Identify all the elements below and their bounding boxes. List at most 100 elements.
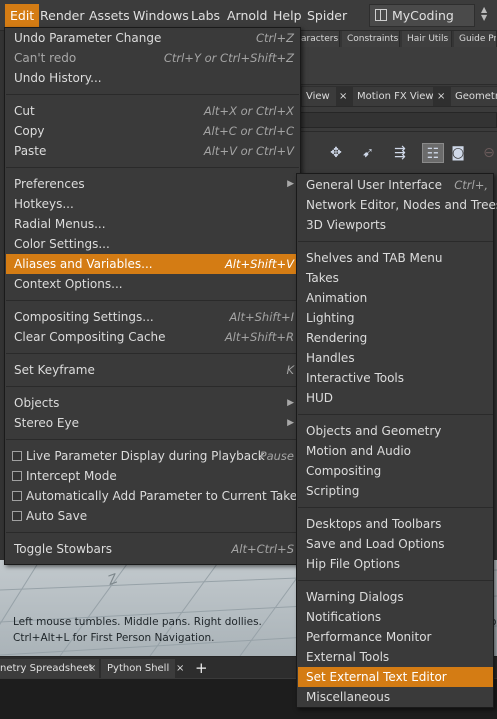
menu-item-objects[interactable]: Objects ▶ — [6, 393, 299, 413]
pref-desktops-toolbars[interactable]: Desktops and Toolbars — [298, 514, 493, 534]
pref-scripting[interactable]: Scripting — [298, 481, 493, 501]
path-bar — [300, 106, 497, 132]
pref-takes[interactable]: Takes — [298, 268, 493, 288]
pref-3d-viewports[interactable]: 3D Viewports — [298, 215, 493, 235]
axis-z-label: Z — [105, 571, 120, 589]
pref-compositing[interactable]: Compositing — [298, 461, 493, 481]
menu-labs[interactable]: Labs — [186, 4, 225, 27]
checkbox-icon — [12, 471, 22, 481]
menu-item-hotkeys[interactable]: Hotkeys... — [6, 194, 299, 214]
menu-item-auto-save[interactable]: Auto Save — [6, 506, 299, 526]
menu-separator — [6, 167, 299, 168]
menu-render[interactable]: Render — [35, 4, 90, 27]
pref-handles[interactable]: Handles — [298, 348, 493, 368]
menu-item-stereo-eye[interactable]: Stereo Eye ▶ — [6, 413, 299, 433]
menu-item-label: Preferences — [14, 177, 85, 191]
preferences-submenu: General User Interface Ctrl+, Network Edi… — [296, 173, 497, 708]
menu-item-undo[interactable]: Undo Parameter Change Ctrl+Z — [6, 28, 299, 48]
menu-item-context-options[interactable]: Context Options... — [6, 274, 299, 294]
desktop-grid-icon — [375, 9, 387, 21]
menu-item-label: Hotkeys... — [14, 197, 74, 211]
shelf-tab-hair-utils[interactable]: Hair Utils — [402, 31, 452, 47]
shelf-tab-guide-pro[interactable]: Guide Pro — [454, 31, 497, 47]
menu-windows[interactable]: Windows — [128, 4, 194, 27]
pref-performance-monitor[interactable]: Performance Monitor — [298, 627, 493, 647]
path-field[interactable] — [300, 112, 497, 128]
shortcut: Alt+V or Ctrl+V — [203, 144, 294, 158]
menu-item-compositing-settings[interactable]: Compositing Settings... Alt+Shift+I — [6, 307, 299, 327]
menu-item-color-settings[interactable]: Color Settings... — [6, 234, 299, 254]
pref-motion-audio[interactable]: Motion and Audio — [298, 441, 493, 461]
pref-general-ui[interactable]: General User Interface Ctrl+, — [298, 175, 493, 195]
menu-item-redo: Can't redo Ctrl+Y or Ctrl+Shift+Z — [6, 48, 299, 68]
pref-rendering[interactable]: Rendering — [298, 328, 493, 348]
camera-icon[interactable]: ◙ — [447, 143, 469, 163]
menu-separator — [6, 300, 299, 301]
pref-warning-dialogs[interactable]: Warning Dialogs — [298, 587, 493, 607]
menu-item-label: Stereo Eye — [14, 416, 79, 430]
shelf-tab-constraints[interactable]: Constraints — [342, 31, 400, 47]
tab-geometry-spreadsheet-close-icon[interactable]: × — [88, 659, 96, 678]
tab-geometry-spreadsheet[interactable]: netry Spreadsheet — [0, 659, 99, 678]
menu-item-copy[interactable]: Copy Alt+C or Ctrl+C — [6, 121, 299, 141]
pref-external-tools[interactable]: External Tools — [298, 647, 493, 667]
ghost-toggle-icon[interactable]: ☷ — [422, 143, 444, 163]
menu-item-radial-menus[interactable]: Radial Menus... — [6, 214, 299, 234]
menu-item-label: Aliases and Variables... — [14, 257, 153, 271]
menu-item-toggle-stowbars[interactable]: Toggle Stowbars Alt+Ctrl+S — [6, 539, 299, 559]
menu-item-cut[interactable]: Cut Alt+X or Ctrl+X — [6, 101, 299, 121]
submenu-arrow-icon: ▶ — [287, 398, 294, 408]
pane-tab-view-close-icon[interactable]: × — [339, 87, 347, 106]
pref-shelves[interactable]: Shelves and TAB Menu — [298, 248, 493, 268]
menu-item-label: Can't redo — [14, 51, 77, 65]
shelf-tab-characters[interactable]: aracters — [300, 31, 340, 47]
desktop-selector[interactable]: MyCoding — [369, 4, 475, 27]
pref-hip-file[interactable]: Hip File Options — [298, 554, 493, 574]
menu-item-label: Color Settings... — [14, 237, 110, 251]
menu-item-aliases[interactable]: Aliases and Variables... Alt+Shift+V — [6, 254, 299, 274]
menu-item-paste[interactable]: Paste Alt+V or Ctrl+V — [6, 141, 299, 161]
shortcut: Alt+C or Ctrl+C — [203, 124, 294, 138]
pane-tab-geometry[interactable]: Geometry — [451, 87, 497, 106]
pref-objects-geometry[interactable]: Objects and Geometry — [298, 421, 493, 441]
pane-tab-view[interactable]: View — [302, 87, 336, 106]
shelf-area — [300, 47, 497, 85]
menu-separator — [298, 580, 493, 581]
menu-separator — [298, 414, 493, 415]
pref-notifications[interactable]: Notifications — [298, 607, 493, 627]
pref-set-external-text-editor[interactable]: Set External Text Editor — [298, 667, 493, 687]
menu-item-live-param[interactable]: Live Parameter Display during Playback Pa… — [6, 446, 299, 466]
pref-miscellaneous[interactable]: Miscellaneous — [298, 687, 493, 707]
tab-python-shell[interactable]: Python Shell — [101, 659, 176, 678]
pane-tab-motion-fx[interactable]: Motion FX View — [353, 87, 433, 106]
menu-item-set-keyframe[interactable]: Set Keyframe K — [6, 360, 299, 380]
menu-item-label: Copy — [14, 124, 45, 138]
pref-animation[interactable]: Animation — [298, 288, 493, 308]
add-tab-plus-icon[interactable]: + — [195, 658, 208, 678]
shortcut: Alt+Shift+I — [229, 310, 294, 324]
viewport-toolbar: ✥ ➹ ⇶ ☷ ◙ ⊖ — [300, 132, 497, 172]
pref-lighting[interactable]: Lighting — [298, 308, 493, 328]
menu-item-clear-cache[interactable]: Clear Compositing Cache Alt+Shift+R — [6, 327, 299, 347]
shortcut: Alt+Shift+R — [224, 330, 294, 344]
menu-item-preferences[interactable]: Preferences ▶ — [6, 174, 299, 194]
pref-hud[interactable]: HUD — [298, 388, 493, 408]
desktop-name: MyCoding — [392, 8, 454, 23]
pref-interactive-tools[interactable]: Interactive Tools — [298, 368, 493, 388]
handle-tool-icon[interactable]: ⇶ — [389, 143, 411, 163]
pane-tabs: View × Motion FX View × Geometry — [300, 86, 497, 106]
pref-save-load[interactable]: Save and Load Options — [298, 534, 493, 554]
menu-arnold[interactable]: Arnold — [222, 4, 272, 27]
pref-network-editor[interactable]: Network Editor, Nodes and Trees — [298, 195, 497, 215]
viewport-hint: Left mouse tumbles. Middle pans. Right d… — [13, 616, 262, 644]
menu-item-intercept-mode[interactable]: Intercept Mode — [6, 466, 299, 486]
menu-spider[interactable]: Spider — [302, 4, 352, 27]
pose-tool-icon[interactable]: ➹ — [357, 143, 379, 163]
menu-help[interactable]: Help — [268, 4, 307, 27]
tab-python-shell-close-icon[interactable]: × — [176, 659, 184, 678]
select-tool-icon[interactable]: ✥ — [325, 143, 347, 163]
desktop-updown-icon[interactable]: ▲ ▼ — [481, 6, 487, 22]
menu-item-auto-add-param[interactable]: Automatically Add Parameter to Current T… — [6, 486, 299, 506]
pane-tab-motion-fx-close-icon[interactable]: × — [437, 87, 445, 106]
menu-item-undo-history[interactable]: Undo History... — [6, 68, 299, 88]
